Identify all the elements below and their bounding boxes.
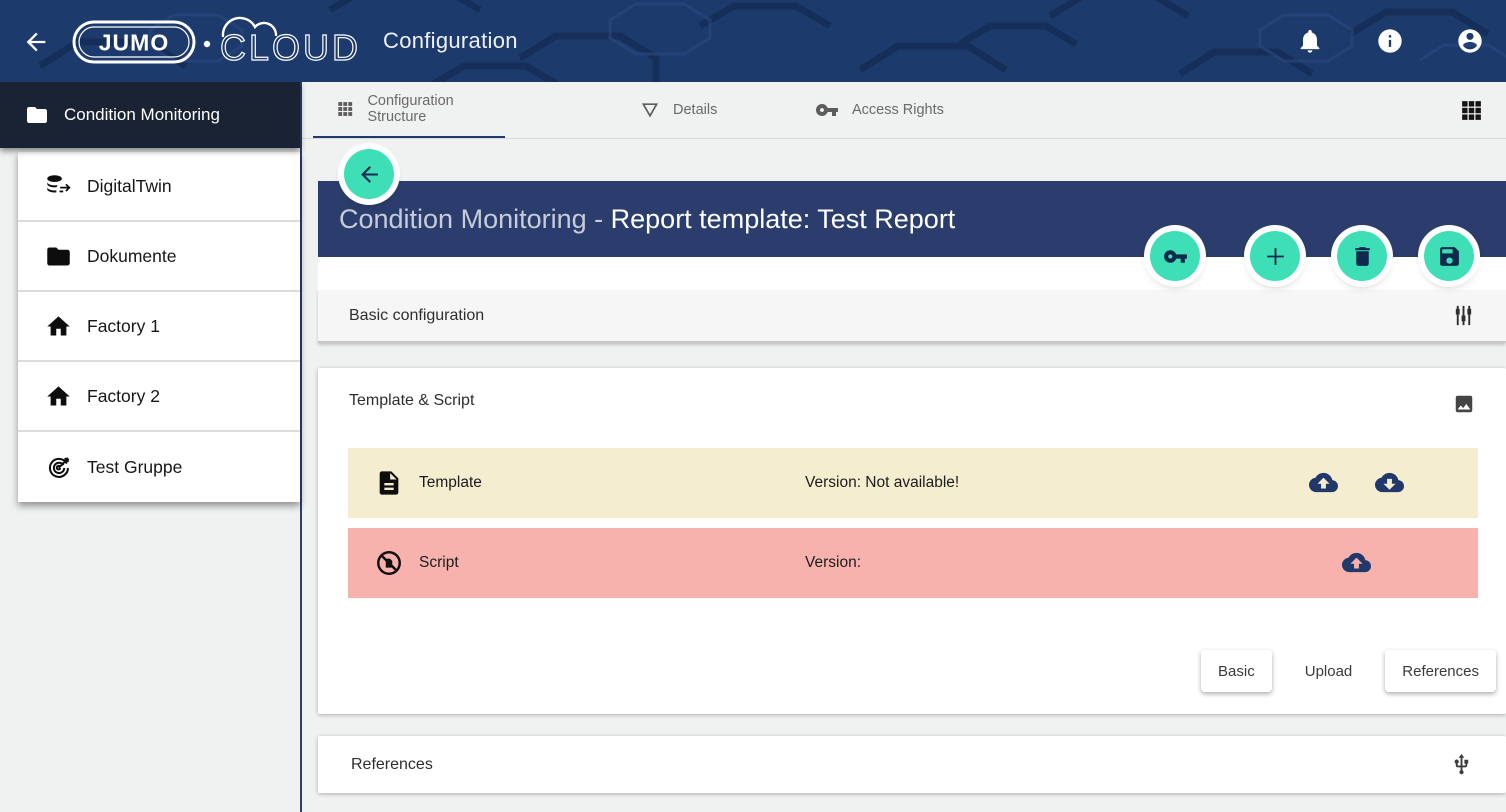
script-version-text: Version:	[805, 554, 861, 572]
sidebar-item-label: Dokumente	[87, 246, 177, 267]
topbar-actions	[1296, 0, 1484, 82]
notifications-bell-icon[interactable]	[1296, 27, 1324, 55]
digital-twin-icon	[45, 173, 72, 200]
template-row-label: Template	[419, 474, 482, 492]
sidebar-item-factory-1[interactable]: Factory 1	[18, 292, 300, 362]
basic-configuration-label: Basic configuration	[349, 307, 484, 325]
account-icon[interactable]	[1456, 27, 1484, 55]
tab-label: Details	[673, 102, 717, 118]
access-rights-fab-button[interactable]	[1150, 231, 1200, 281]
add-fab-button[interactable]	[1250, 231, 1300, 281]
banner-spacer	[318, 257, 1506, 290]
page-title: Configuration	[383, 0, 518, 82]
save-fab-button[interactable]	[1424, 231, 1474, 281]
trash-icon	[1350, 244, 1375, 269]
template-script-footer: Basic Upload References	[318, 649, 1496, 693]
info-icon[interactable]	[1376, 27, 1404, 55]
tab-access-rights[interactable]: Access Rights	[815, 82, 1000, 138]
brand-jumo-text: JUMO	[99, 30, 169, 56]
delete-fab-button[interactable]	[1337, 231, 1387, 281]
jumo-cloud-logo: JUMO CLOUD	[70, 8, 370, 74]
grid-view-icon[interactable]	[1459, 98, 1484, 123]
template-row: Template Version: Not available!	[348, 448, 1478, 518]
sidebar-item-digitaltwin[interactable]: DigitalTwin	[18, 152, 300, 222]
sidebar-item-factory-2[interactable]: Factory 2	[18, 362, 300, 432]
basic-button[interactable]: Basic	[1201, 650, 1272, 692]
document-icon	[375, 469, 403, 497]
arrow-left-icon	[357, 162, 382, 187]
template-version-text: Version: Not available!	[805, 474, 959, 492]
tab-configuration-structure[interactable]: Configuration Structure	[313, 82, 505, 138]
target-icon	[45, 454, 72, 481]
sidebar-item-label: Factory 2	[87, 386, 160, 407]
save-icon	[1437, 244, 1462, 269]
tab-label: Configuration Structure	[367, 93, 505, 125]
sidebar-item-label: Factory 1	[87, 316, 160, 337]
tab-details[interactable]: Details	[640, 82, 760, 138]
back-fab-button[interactable]	[344, 149, 394, 199]
banner-title-main: Report template: Test Report	[611, 204, 956, 235]
basic-configuration-section[interactable]: Basic configuration	[318, 290, 1506, 343]
key-icon	[815, 98, 839, 122]
sidebar-item-dokumente[interactable]: Dokumente	[18, 222, 300, 292]
template-script-section: Template & Script Template Version: Not …	[318, 368, 1506, 714]
sidebar-item-label: DigitalTwin	[87, 176, 172, 197]
sidebar-header-condition-monitoring[interactable]: Condition Monitoring	[0, 82, 300, 148]
sidebar-item-list: DigitalTwin Dokumente Factory 1 Factory …	[18, 152, 300, 502]
cloud-upload-icon[interactable]	[1342, 548, 1371, 577]
key-icon	[1163, 244, 1188, 269]
references-label: References	[351, 756, 433, 774]
script-off-icon	[375, 549, 403, 577]
funnel-icon	[640, 100, 660, 120]
home-icon	[45, 383, 72, 410]
folder-icon	[45, 243, 72, 270]
app-window: JUMO CLOUD Configuration Condition Monit…	[0, 0, 1506, 812]
main-content: Configuration Structure Details Access R…	[302, 82, 1506, 812]
template-script-title: Template & Script	[349, 392, 474, 410]
brand-cloud-text: CLOUD	[220, 27, 361, 68]
back-arrow-icon[interactable]	[22, 28, 50, 56]
references-section[interactable]: References	[318, 736, 1506, 793]
script-row: Script Version:	[348, 528, 1478, 598]
usb-icon[interactable]	[1450, 753, 1473, 776]
tab-label: Access Rights	[852, 102, 944, 118]
tune-sliders-icon[interactable]	[1452, 304, 1475, 327]
grid-icon	[336, 99, 354, 119]
script-row-label: Script	[419, 554, 459, 572]
cloud-download-icon[interactable]	[1375, 468, 1404, 497]
image-icon[interactable]	[1453, 393, 1475, 415]
banner-title-prefix: Condition Monitoring -	[339, 204, 611, 235]
plus-icon	[1263, 244, 1288, 269]
sidebar: Condition Monitoring DigitalTwin	[0, 82, 302, 812]
folder-icon	[25, 103, 49, 127]
references-button[interactable]: References	[1385, 650, 1496, 692]
sidebar-header-label: Condition Monitoring	[64, 105, 220, 125]
entity-banner: Condition Monitoring - Report template: …	[318, 181, 1506, 257]
sidebar-item-test-gruppe[interactable]: Test Gruppe	[18, 432, 300, 502]
upload-button[interactable]: Upload	[1288, 650, 1370, 692]
tab-bar: Configuration Structure Details Access R…	[302, 82, 1506, 139]
sidebar-item-label: Test Gruppe	[87, 457, 182, 478]
home-icon	[45, 313, 72, 340]
top-app-bar: JUMO CLOUD Configuration	[0, 0, 1506, 82]
cloud-upload-icon[interactable]	[1309, 468, 1338, 497]
